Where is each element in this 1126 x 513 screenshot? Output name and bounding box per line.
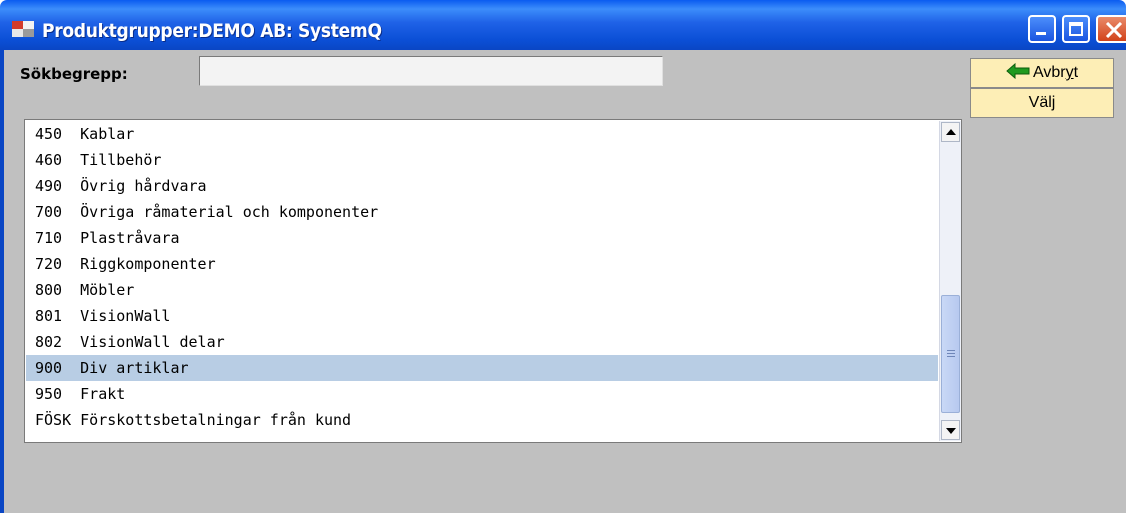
list-item-name: Div artiklar — [80, 359, 189, 377]
list-item[interactable]: 800 Möbler — [26, 277, 938, 303]
list-item-code: 950 — [35, 385, 72, 403]
list-item-code: 802 — [35, 333, 72, 351]
list-item-name: Frakt — [80, 385, 126, 403]
list-item[interactable]: 700 Övriga råmaterial och komponenter — [26, 199, 938, 225]
list-item-code: 450 — [35, 125, 72, 143]
window-title: Produktgrupper:DEMO AB: SystemQ — [42, 20, 382, 42]
list-item-code: 720 — [35, 255, 72, 273]
search-label: Sökbegrepp: — [20, 65, 128, 83]
list-item-name: Möbler — [80, 281, 135, 299]
arrow-left-icon — [1006, 62, 1030, 84]
list-item-code: FÖSK — [35, 411, 72, 429]
list-item-name: VisionWall delar — [80, 333, 225, 351]
list-item-code: 490 — [35, 177, 72, 195]
list-item[interactable]: 720 Riggkomponenter — [26, 251, 938, 277]
list-item[interactable]: 450 Kablar — [26, 121, 938, 147]
list-item[interactable]: 460 Tillbehör — [26, 147, 938, 173]
product-group-list[interactable]: 450 Kablar 460 Tillbehör 490 Övrig hårdvar… — [24, 119, 962, 443]
list-item-code: 801 — [35, 307, 72, 325]
list-item[interactable]: 490 Övrig hårdvara — [26, 173, 938, 199]
list-item[interactable]: 950 Frakt — [26, 381, 938, 407]
list-item-name: Övriga råmaterial och komponenter — [80, 203, 379, 221]
grip-icon — [947, 350, 955, 358]
list-item[interactable]: 801 VisionWall — [26, 303, 938, 329]
close-icon[interactable] — [1096, 15, 1126, 43]
list-item-code: 700 — [35, 203, 72, 221]
application-icon[interactable] — [12, 21, 34, 38]
list-item-name: Kablar — [80, 125, 135, 143]
list-item-name: Övrig hårdvara — [80, 177, 207, 195]
maximize-icon[interactable] — [1062, 15, 1090, 43]
select-button[interactable]: Välj — [970, 88, 1114, 118]
window: Produktgrupper:DEMO AB: SystemQ Sökbegre… — [0, 0, 1126, 513]
search-input[interactable] — [199, 56, 663, 86]
title-bar[interactable]: Produktgrupper:DEMO AB: SystemQ — [0, 0, 1126, 50]
list-item-code: 710 — [35, 229, 72, 247]
scroll-thumb[interactable] — [941, 295, 960, 413]
vertical-scrollbar[interactable] — [939, 121, 961, 441]
cancel-button-label: Avbryt — [1032, 64, 1079, 81]
list-item[interactable]: 900 Div artiklar — [26, 355, 938, 381]
list-item[interactable]: 710 Plastråvara — [26, 225, 938, 251]
list-item-name: VisionWall — [80, 307, 171, 325]
minimize-icon[interactable] — [1028, 15, 1056, 43]
scroll-up-icon[interactable] — [941, 122, 960, 142]
list-item-code: 460 — [35, 151, 72, 169]
list-item-name: Plastråvara — [80, 229, 180, 247]
list-item-name: Riggkomponenter — [80, 255, 216, 273]
list-item-code: 900 — [35, 359, 72, 377]
list-item[interactable]: FÖSK Förskottsbetalningar från kund — [26, 407, 938, 433]
scroll-down-icon[interactable] — [941, 420, 960, 440]
list-item-name: Förskottsbetalningar från kund — [80, 411, 352, 429]
list-item[interactable]: 802 VisionWall delar — [26, 329, 938, 355]
list-item-code: 800 — [35, 281, 72, 299]
list-item-name: Tillbehör — [80, 151, 162, 169]
cancel-button[interactable]: Avbryt — [970, 58, 1114, 88]
